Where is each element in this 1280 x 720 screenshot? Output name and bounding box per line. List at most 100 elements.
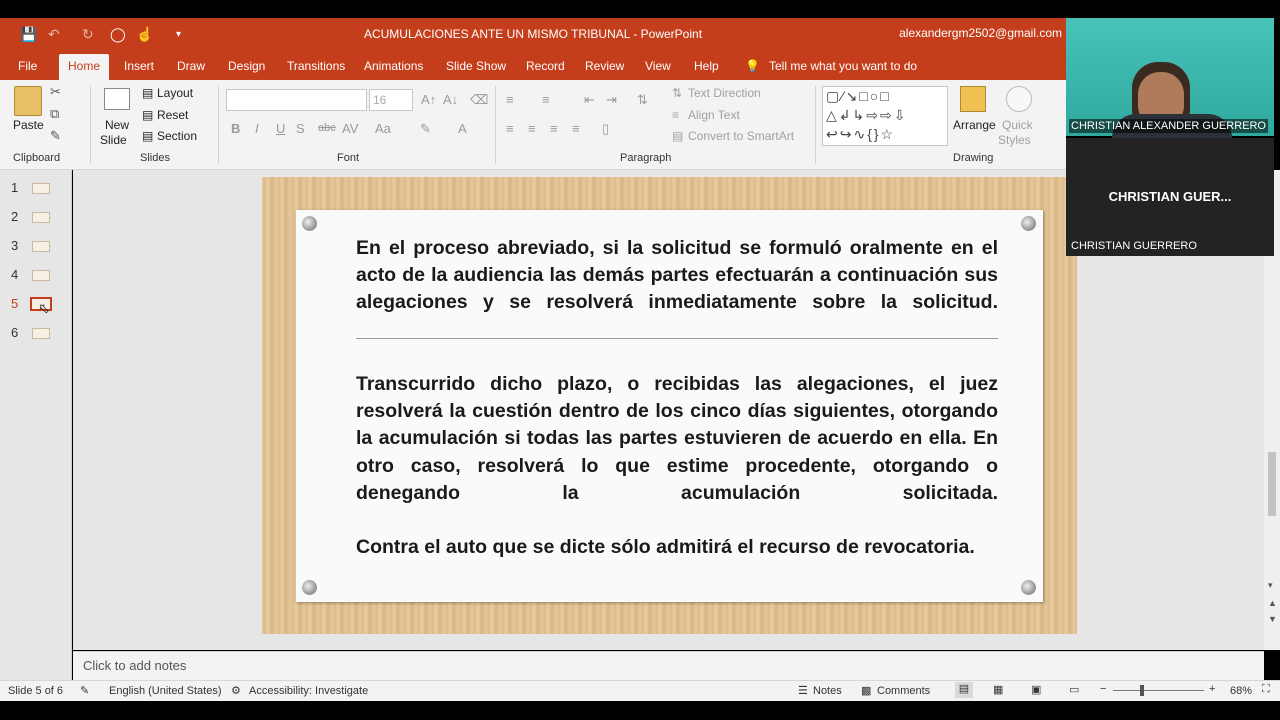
columns-icon[interactable]: ▯ [602,121,609,137]
highlight-icon[interactable]: ✎ [420,121,431,137]
prev-slide-icon[interactable]: ▲ [1268,598,1277,608]
numbering-icon[interactable]: ≡ [542,92,550,107]
align-center-icon[interactable]: ≡ [528,121,536,136]
participant-video-2[interactable]: CHRISTIAN GUER... CHRISTIAN GUERRERO [1066,138,1274,256]
notes-button[interactable]: Notes [813,685,842,697]
tab-slide-show[interactable]: Slide Show [446,59,506,73]
smartart-icon: ▤ [672,129,684,143]
cut-icon[interactable]: ✂ [50,84,61,100]
notes-icon: ☰ [798,685,808,697]
change-case-icon[interactable]: Aa [375,121,391,136]
accessibility-status[interactable]: Accessibility: Investigate [249,685,368,697]
text-direction-button[interactable]: Text Direction [688,86,761,100]
tab-view[interactable]: View [645,59,671,73]
participant-name-label: CHRISTIAN GUERRERO [1071,240,1197,252]
quick-styles-icon[interactable] [1006,86,1032,112]
slide-thumbnail-6[interactable] [32,328,50,339]
tab-record[interactable]: Record [526,59,565,73]
new-slide-icon[interactable] [104,88,130,110]
ribbon-tabs: File Home Insert Draw Design Transitions… [0,50,1066,80]
align-right-icon[interactable]: ≡ [550,121,558,136]
normal-view-icon[interactable]: ▤ [955,682,973,698]
justify-icon[interactable]: ≡ [572,121,580,136]
zoom-in-icon[interactable]: + [1209,683,1215,695]
line-spacing-icon[interactable]: ⇅ [637,92,648,108]
underline-button[interactable]: U [276,121,285,136]
slide-show-icon[interactable]: ▭ [1069,683,1079,696]
copy-icon[interactable]: ⧉ [50,106,59,122]
decrease-indent-icon[interactable]: ⇤ [584,92,595,108]
tell-me-search[interactable]: Tell me what you want to do [769,59,917,73]
shapes-gallery[interactable]: ▢∕↘□○□ △↲↳⇨⇨⇩ ↩↪∿{}☆ [822,86,948,146]
tab-home[interactable]: Home [59,54,110,80]
slide-paragraph-2[interactable]: Transcurrido dicho plazo, o recibidas la… [356,371,998,507]
character-spacing-icon[interactable]: AV [342,121,358,136]
slide-sorter-icon[interactable]: ▦ [993,683,1003,696]
layout-button[interactable]: Layout [157,86,193,100]
font-color-icon[interactable]: A [458,121,467,136]
participant-video-1[interactable]: CHRISTIAN ALEXANDER GUERRERO [1066,18,1274,138]
slide-thumbnail-4[interactable] [32,270,50,281]
strikethrough-button[interactable]: abc [318,122,336,134]
language-status[interactable]: English (United States) [109,685,222,697]
bullets-icon[interactable]: ≡ [506,92,514,107]
zoom-out-icon[interactable]: − [1100,683,1106,695]
arrange-icon[interactable] [960,86,986,112]
tab-file[interactable]: File [18,59,37,73]
tab-transitions[interactable]: Transitions [287,59,345,73]
spell-check-icon[interactable]: ✎ [80,684,89,697]
format-painter-icon[interactable]: ✎ [50,128,61,144]
layout-icon: ▤ [142,86,154,100]
text-underline [356,338,998,339]
slide-thumbnail-pane: 1 2 3 4 5 ⬁ 6 [0,170,72,680]
ribbon-separator [90,86,91,164]
bold-button[interactable]: B [231,121,240,136]
comments-button[interactable]: Comments [877,685,930,697]
paste-icon[interactable] [14,86,42,116]
section-button[interactable]: Section [157,129,197,143]
zoom-slider[interactable] [1113,690,1204,691]
scroll-down-icon[interactable]: ▾ [1268,580,1273,591]
tab-animations[interactable]: Animations [364,59,423,73]
slide-thumbnail-3[interactable] [32,241,50,252]
slide-thumbnail-2[interactable] [32,212,50,223]
decrease-font-icon[interactable]: A↓ [443,92,458,107]
tab-help[interactable]: Help [694,59,719,73]
italic-button[interactable]: I [255,121,259,136]
new-slide-label-1[interactable]: New [105,118,129,132]
quick-styles-label-1[interactable]: Quick [1002,118,1033,132]
font-name-box[interactable] [226,89,367,111]
tab-design[interactable]: Design [228,59,265,73]
align-left-icon[interactable]: ≡ [506,121,514,136]
slide-paragraph-1[interactable]: En el proceso abreviado, si la solicitud… [356,235,998,317]
convert-smartart-button[interactable]: Convert to SmartArt [688,129,794,143]
tab-insert[interactable]: Insert [124,59,154,73]
clear-formatting-icon[interactable]: ⌫ [470,92,488,108]
shadow-icon[interactable]: S [296,121,305,136]
zoom-level[interactable]: 68% [1230,685,1252,697]
zoom-slider-handle[interactable] [1140,685,1144,696]
new-slide-label-2[interactable]: Slide [100,133,127,147]
reset-button[interactable]: Reset [157,108,188,122]
quick-styles-label-2[interactable]: Styles [998,133,1031,147]
increase-indent-icon[interactable]: ⇥ [606,92,617,108]
tab-review[interactable]: Review [585,59,624,73]
paste-button[interactable]: Paste [13,118,44,132]
tab-draw[interactable]: Draw [177,59,205,73]
title-bar: 💾 ↶ ↻ ◯ ☝ ▾ ACUMULACIONES ANTE UN MISMO … [0,18,1066,50]
fit-to-window-icon[interactable]: ⛶ [1262,683,1270,696]
scroll-thumb[interactable] [1268,452,1276,516]
slide-paragraph-3[interactable]: Contra el auto que se dicte sólo admitir… [356,534,998,561]
reading-view-icon[interactable]: ▣ [1031,683,1041,696]
increase-font-icon[interactable]: A↑ [421,92,436,107]
notes-pane[interactable]: Click to add notes [73,651,1264,680]
arrange-button[interactable]: Arrange [953,118,996,132]
notes-placeholder[interactable]: Click to add notes [83,658,186,673]
align-text-button[interactable]: Align Text [688,108,740,122]
account-name[interactable]: alexandergm2502@gmail.com [899,26,1062,40]
font-size-box[interactable]: 16 [369,89,413,111]
status-bar: Slide 5 of 6 ✎ English (United States) ⚙… [0,680,1280,701]
slides-group-label: Slides [140,152,170,164]
slide-thumbnail-1[interactable] [32,183,50,194]
next-slide-icon[interactable]: ▼ [1268,614,1277,624]
